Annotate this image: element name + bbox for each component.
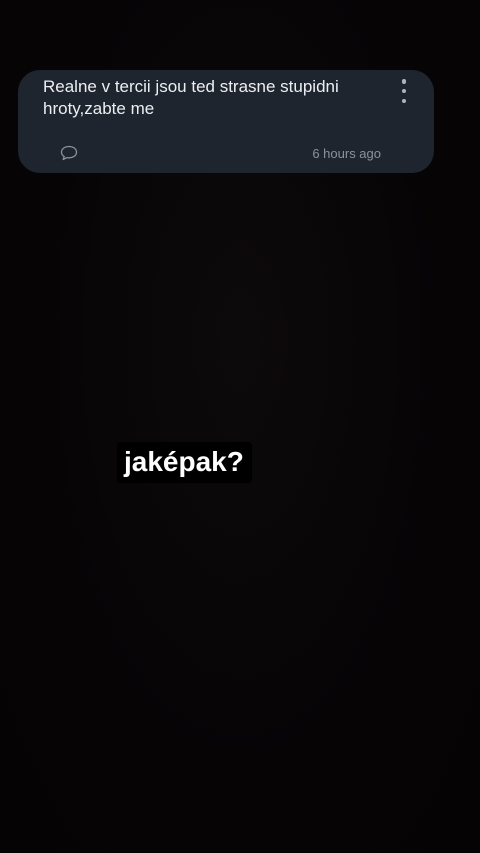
message-timestamp: 6 hours ago — [312, 146, 381, 161]
anonymous-message-card: Realne v tercii jsou ted strasne stupidn… — [18, 70, 434, 173]
speech-bubble-icon[interactable] — [60, 145, 78, 161]
screen: Realne v tercii jsou ted strasne stupidn… — [0, 0, 480, 853]
more-options-button[interactable] — [398, 79, 410, 103]
message-text: Realne v tercii jsou ted strasne stupidn… — [43, 77, 339, 118]
more-vertical-icon-dot — [401, 88, 407, 94]
reply-caption-text: jaképak? — [117, 442, 252, 483]
more-vertical-icon — [401, 79, 407, 84]
more-vertical-icon-dot — [401, 98, 407, 103]
